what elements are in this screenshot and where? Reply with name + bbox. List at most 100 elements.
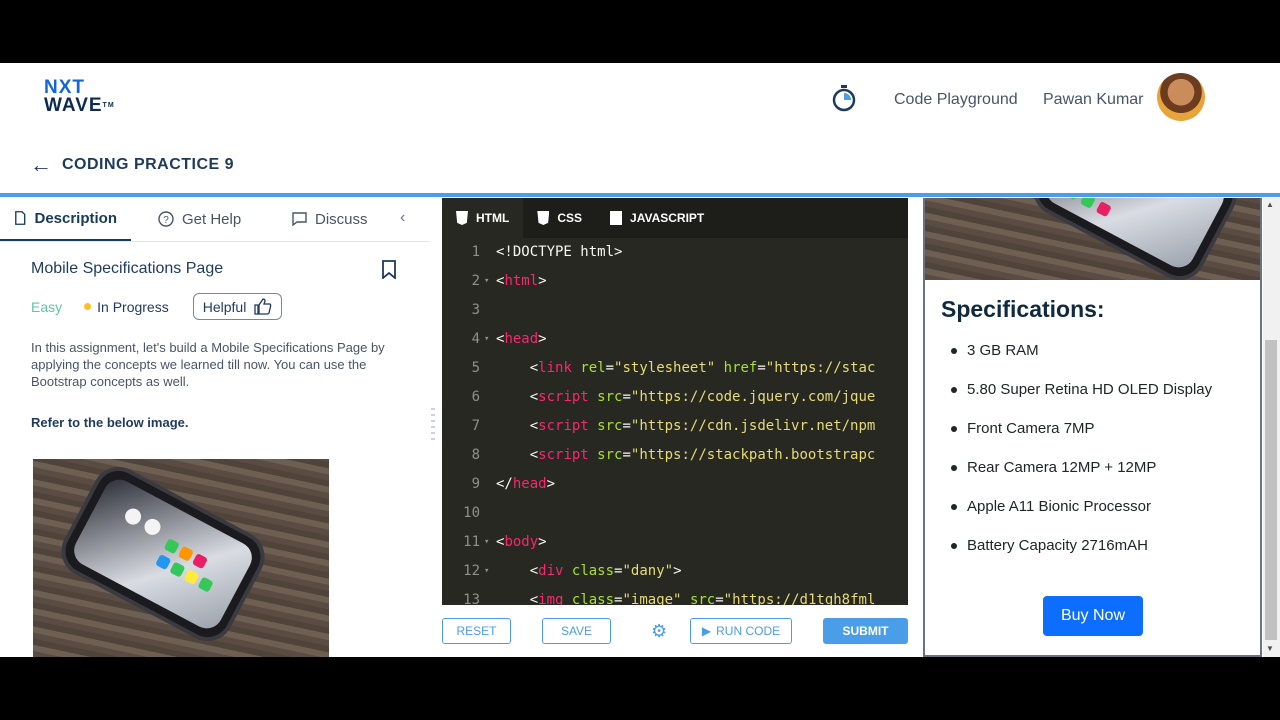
reference-image xyxy=(33,459,329,657)
back-arrow-icon[interactable]: ← xyxy=(30,154,52,176)
help-icon: ? xyxy=(158,211,174,227)
scroll-up-icon[interactable]: ▲ xyxy=(1266,200,1274,209)
widget-icon xyxy=(141,516,164,538)
code-text: <body> xyxy=(496,534,547,550)
page-title: CODING PRACTICE 9 xyxy=(62,156,235,173)
code-line[interactable]: 1 <!DOCTYPE html> xyxy=(442,238,908,267)
app-icon xyxy=(1079,198,1096,209)
play-icon: ▶ xyxy=(701,624,712,638)
code-area[interactable]: 1 <!DOCTYPE html> 2 ▾ <html> 3 4 ▾ <head> 5 <link… xyxy=(442,238,908,605)
preview-scrollbar[interactable]: ▲ ▼ xyxy=(1263,198,1280,657)
tab-css[interactable]: CSS xyxy=(523,198,596,238)
tab-html[interactable]: HTML xyxy=(442,198,524,238)
code-text: <img class="image" src="https://d1tgh8fm… xyxy=(529,592,876,605)
tab-description[interactable]: Description xyxy=(0,197,131,241)
code-line[interactable]: 9 </head> xyxy=(442,470,908,499)
list-item: Front Camera 7MP xyxy=(949,419,1212,458)
fold-arrow-icon[interactable]: ▾ xyxy=(484,528,489,557)
description-icon xyxy=(15,211,26,225)
phone-screen xyxy=(68,474,258,634)
letterbox-top xyxy=(0,0,1280,63)
save-button[interactable]: SAVE xyxy=(542,618,611,644)
widget-icon xyxy=(122,505,144,528)
svg-text:?: ? xyxy=(163,215,169,226)
refer-text: Refer to the below image. xyxy=(31,415,189,430)
preview-phone-image xyxy=(925,198,1260,280)
helpful-label: Helpful xyxy=(202,298,247,315)
bookmark-icon[interactable] xyxy=(381,260,397,279)
editor-tabs: HTML CSS JAVASCRIPT xyxy=(442,198,908,238)
problem-title: Mobile Specifications Page xyxy=(31,260,224,277)
code-line[interactable]: 6 <script src="https://code.jquery.com/j… xyxy=(442,383,908,412)
tab-discuss[interactable]: Discuss xyxy=(278,197,382,241)
line-number: 11 xyxy=(463,534,480,550)
avatar[interactable] xyxy=(1157,73,1205,121)
code-text: <link rel="stylesheet" href="https://sta… xyxy=(529,360,876,376)
line-number: 13 xyxy=(463,592,480,605)
code-line[interactable]: 13 <img class="image" src="https://d1tgh… xyxy=(442,586,908,605)
collapse-panel-icon[interactable]: ‹ xyxy=(400,209,405,227)
tab-get-help[interactable]: ? Get Help xyxy=(144,197,255,241)
app-icon xyxy=(155,553,172,571)
tab-description-label: Description xyxy=(34,209,117,227)
fold-arrow-icon[interactable]: ▾ xyxy=(484,325,489,354)
submit-button[interactable]: SUBMIT xyxy=(823,618,908,644)
status-dot xyxy=(84,303,92,310)
code-text: <!DOCTYPE html> xyxy=(496,244,623,260)
preview-phone-screen xyxy=(1040,198,1230,273)
panel-tabs: Description ? Get Help Discuss ‹ xyxy=(0,197,430,241)
thumbs-up-icon xyxy=(254,298,272,315)
problem-tags: Easy In Progress Helpful xyxy=(31,293,283,320)
panel-resize-handle[interactable] xyxy=(431,408,435,444)
app-icon xyxy=(1095,201,1112,218)
spec-title: Specifications: xyxy=(941,296,1105,322)
code-text: <script src="https://stackpath.bootstrap… xyxy=(529,447,876,463)
tab-discuss-label: Discuss xyxy=(315,210,368,228)
tabs-underline xyxy=(0,241,430,242)
code-line[interactable]: 10 xyxy=(442,499,908,528)
line-number: 12 xyxy=(463,563,480,579)
scroll-down-icon[interactable]: ▼ xyxy=(1266,644,1274,653)
code-line[interactable]: 7 <script src="https://cdn.jsdelivr.net/… xyxy=(442,412,908,441)
buy-now-button[interactable]: Buy Now xyxy=(1043,596,1143,636)
nxtwave-logo[interactable]: NXT WAVETM xyxy=(44,78,124,119)
reset-button[interactable]: RESET xyxy=(442,618,511,644)
fold-arrow-icon[interactable]: ▾ xyxy=(484,267,489,296)
run-code-label: RUN CODE xyxy=(716,624,781,638)
code-line[interactable]: 5 <link rel="stylesheet" href="https://s… xyxy=(442,354,908,383)
breadcrumb: ← CODING PRACTICE 9 xyxy=(30,154,235,176)
status-badge: In Progress xyxy=(84,299,169,315)
scroll-thumb[interactable] xyxy=(1265,340,1277,640)
code-line[interactable]: 2 ▾ <html> xyxy=(442,267,908,296)
line-number: 1 xyxy=(471,244,480,260)
tab-javascript[interactable]: JAVASCRIPT xyxy=(596,198,718,238)
user-name[interactable]: Pawan Kumar xyxy=(1043,91,1144,109)
logo-line2: WAVETM xyxy=(44,96,124,115)
list-item: Battery Capacity 2716mAH xyxy=(949,536,1212,575)
helpful-button[interactable]: Helpful xyxy=(192,293,283,320)
difficulty-badge: Easy xyxy=(31,298,63,315)
line-number: 4 xyxy=(471,331,480,347)
line-number: 8 xyxy=(471,447,480,463)
list-item: Apple A11 Bionic Processor xyxy=(949,497,1212,536)
app-icon xyxy=(1063,198,1081,201)
code-line[interactable]: 4 ▾ <head> xyxy=(442,325,908,354)
line-number: 2 xyxy=(471,273,480,289)
app-window: NXT WAVETM Code Playground Pawan Kumar ←… xyxy=(0,63,1280,657)
code-line[interactable]: 3 xyxy=(442,296,908,325)
preview-phone xyxy=(1029,198,1241,280)
code-line[interactable]: 11 ▾ <body> xyxy=(442,528,908,557)
run-code-button[interactable]: ▶ RUN CODE xyxy=(690,618,792,644)
line-number: 3 xyxy=(471,302,480,318)
code-line[interactable]: 8 <script src="https://stackpath.bootstr… xyxy=(442,441,908,470)
stopwatch-icon[interactable] xyxy=(832,85,856,113)
code-playground-link[interactable]: Code Playground xyxy=(894,91,1018,109)
list-item: Rear Camera 12MP + 12MP xyxy=(949,458,1212,497)
settings-gear-icon[interactable]: ⚙ xyxy=(651,622,669,640)
code-editor[interactable]: HTML CSS JAVASCRIPT 1 <!DOCTYPE html> 2 ▾ <h… xyxy=(442,198,908,605)
code-line[interactable]: 12 ▾ <div class="dany"> xyxy=(442,557,908,586)
problem-description: In this assignment, let's build a Mobile… xyxy=(31,340,385,389)
app-icon xyxy=(163,538,180,555)
app-icon xyxy=(169,561,186,578)
fold-arrow-icon[interactable]: ▾ xyxy=(484,557,489,586)
